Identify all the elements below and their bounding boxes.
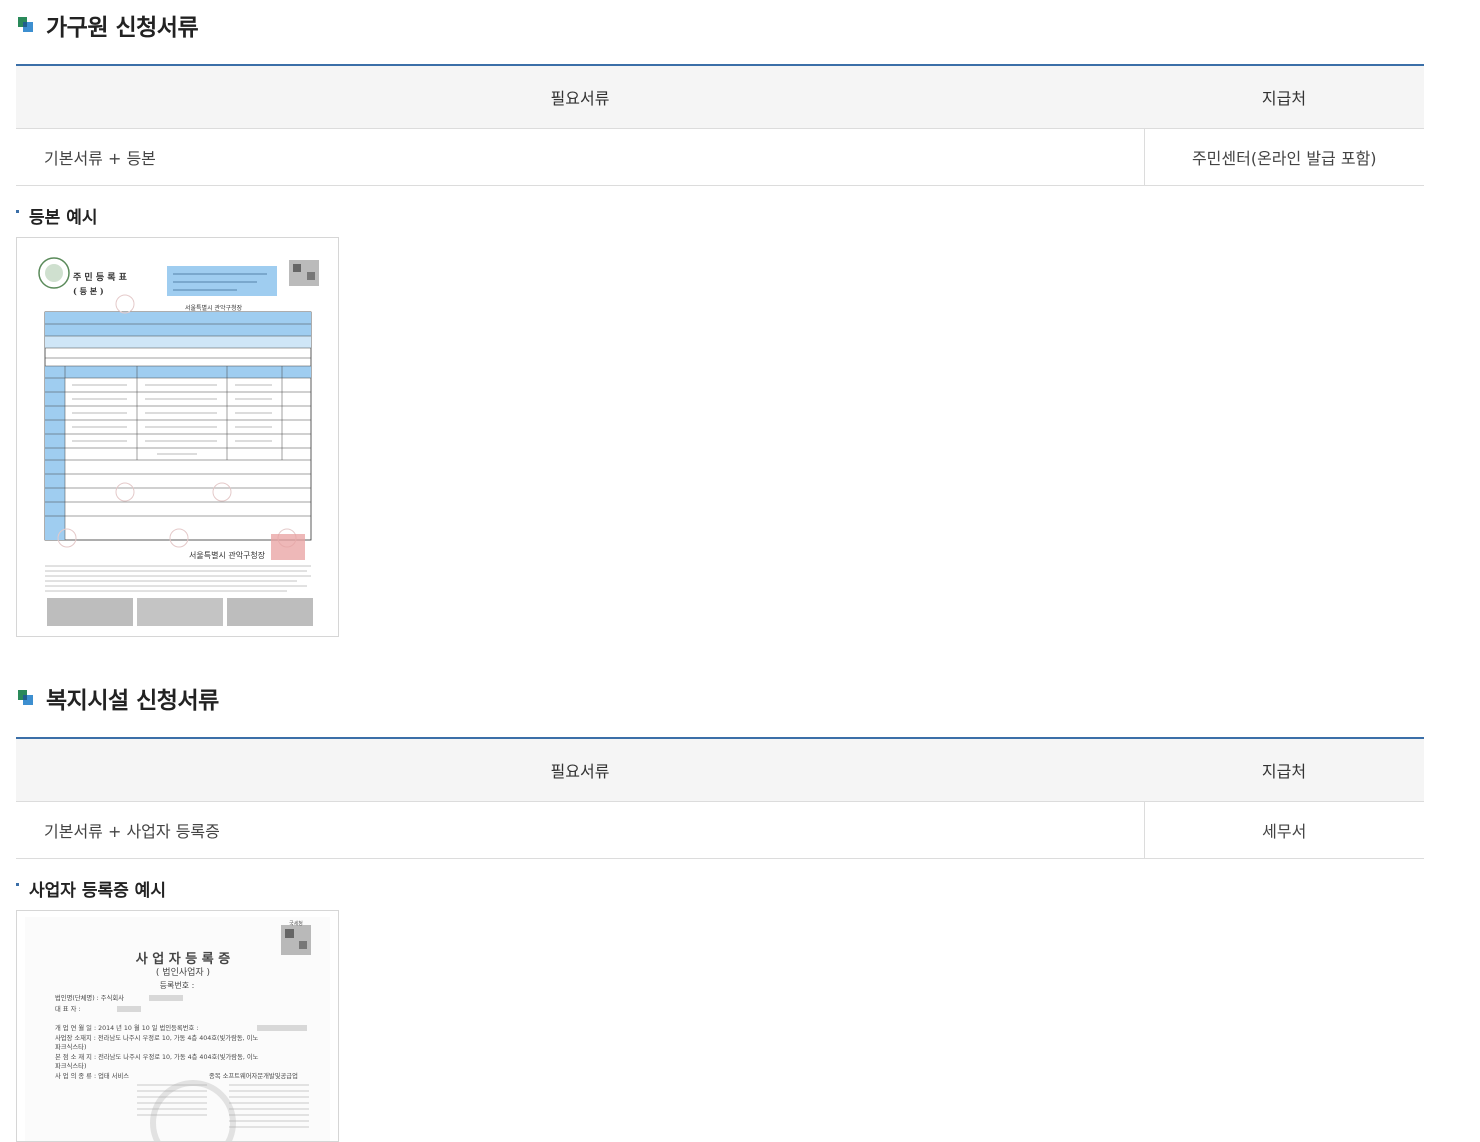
bullet-dot-icon [16, 883, 19, 886]
biz-row: 파크식스타) [55, 1061, 86, 1070]
example-title-text: 등본 예시 [29, 208, 98, 228]
biz-row: 사 업 의 종 류 : 업태 서비스 [55, 1071, 129, 1080]
biz-row: 대 표 자 : [55, 1004, 81, 1013]
square-bullet-icon [16, 15, 36, 35]
register-authority-bottom: 서울특별시 관악구청장 [189, 550, 266, 560]
section-heading: 가구원 신청서류 [46, 15, 199, 41]
section-heading: 복지시설 신청서류 [46, 688, 219, 714]
example-title-text: 사업자 등록증 예시 [29, 881, 166, 901]
biz-subheading: ( 법인사업자 ) [156, 967, 210, 978]
biz-heading: 사 업 자 등 록 증 [136, 951, 230, 967]
section-title-household: 가구원 신청서류 [16, 10, 199, 41]
cell-issuer: 세무서 [1143, 801, 1424, 859]
register-authority-top: 서울특별시 관악구청장 [185, 304, 243, 312]
biz-row: 개 업 연 월 일 : 2014 년 10 월 10 일 법인등록번호 : [55, 1023, 198, 1032]
table-row: 기본서류 + 사업자 등록증 세무서 [16, 801, 1424, 859]
col-header-documents: 필요서류 [16, 738, 1144, 802]
cell-documents: 기본서류 + 사업자 등록증 [16, 801, 1144, 859]
biz-row: 종목 소프트웨어자문개발및공급업 [209, 1071, 298, 1080]
biz-row: 사업장 소재지 : 전라남도 나주시 우정로 10, 가동 4층 404호(빛가… [55, 1033, 258, 1042]
table-row: 기본서류 + 등본 주민센터(온라인 발급 포함) [16, 128, 1424, 186]
example-title: 사업자 등록증 예시 [16, 876, 166, 901]
col-header-issuer: 지급처 [1144, 738, 1424, 802]
biz-row: 파크식스타) [55, 1042, 86, 1051]
table-header-row: 필요서류 지급처 [16, 65, 1424, 129]
cell-issuer: 주민센터(온라인 발급 포함) [1143, 128, 1424, 186]
biz-reg-no-label: 등록번호 : [160, 981, 195, 990]
example-title: 등본 예시 [16, 203, 97, 228]
table-header-row: 필요서류 지급처 [16, 738, 1424, 802]
col-header-issuer: 지급처 [1144, 65, 1424, 129]
biz-row: 법인명(단체명) : 주식회사 [55, 993, 124, 1002]
register-heading: 주 민 등 록 표 [73, 271, 128, 283]
documents-table: 필요서류 지급처 기본서류 + 사업자 등록증 세무서 [16, 737, 1424, 859]
register-subheading: ( 등 본 ) [73, 286, 104, 296]
documents-table: 필요서류 지급처 기본서류 + 등본 주민센터(온라인 발급 포함) [16, 64, 1424, 186]
biz-row: 본 점 소 재 지 : 전라남도 나주시 우정로 10, 가동 4층 404호(… [55, 1052, 259, 1061]
cell-documents: 기본서류 + 등본 [16, 128, 1144, 186]
business-registration-example-image: 국세청 사 업 자 등 록 증 ( 법인사업자 ) 등록번호 : 법인명(단체명… [16, 910, 339, 1142]
square-bullet-icon [16, 688, 36, 708]
col-header-documents: 필요서류 [16, 65, 1144, 129]
section-title-welfare: 복지시설 신청서류 [16, 683, 219, 714]
bullet-dot-icon [16, 210, 19, 213]
nts-seal-text: 국세청 [289, 920, 303, 927]
resident-register-example-image: 주 민 등 록 표 ( 등 본 ) 서울특별시 관악구청장 서울특별시 관악구청… [16, 237, 339, 637]
